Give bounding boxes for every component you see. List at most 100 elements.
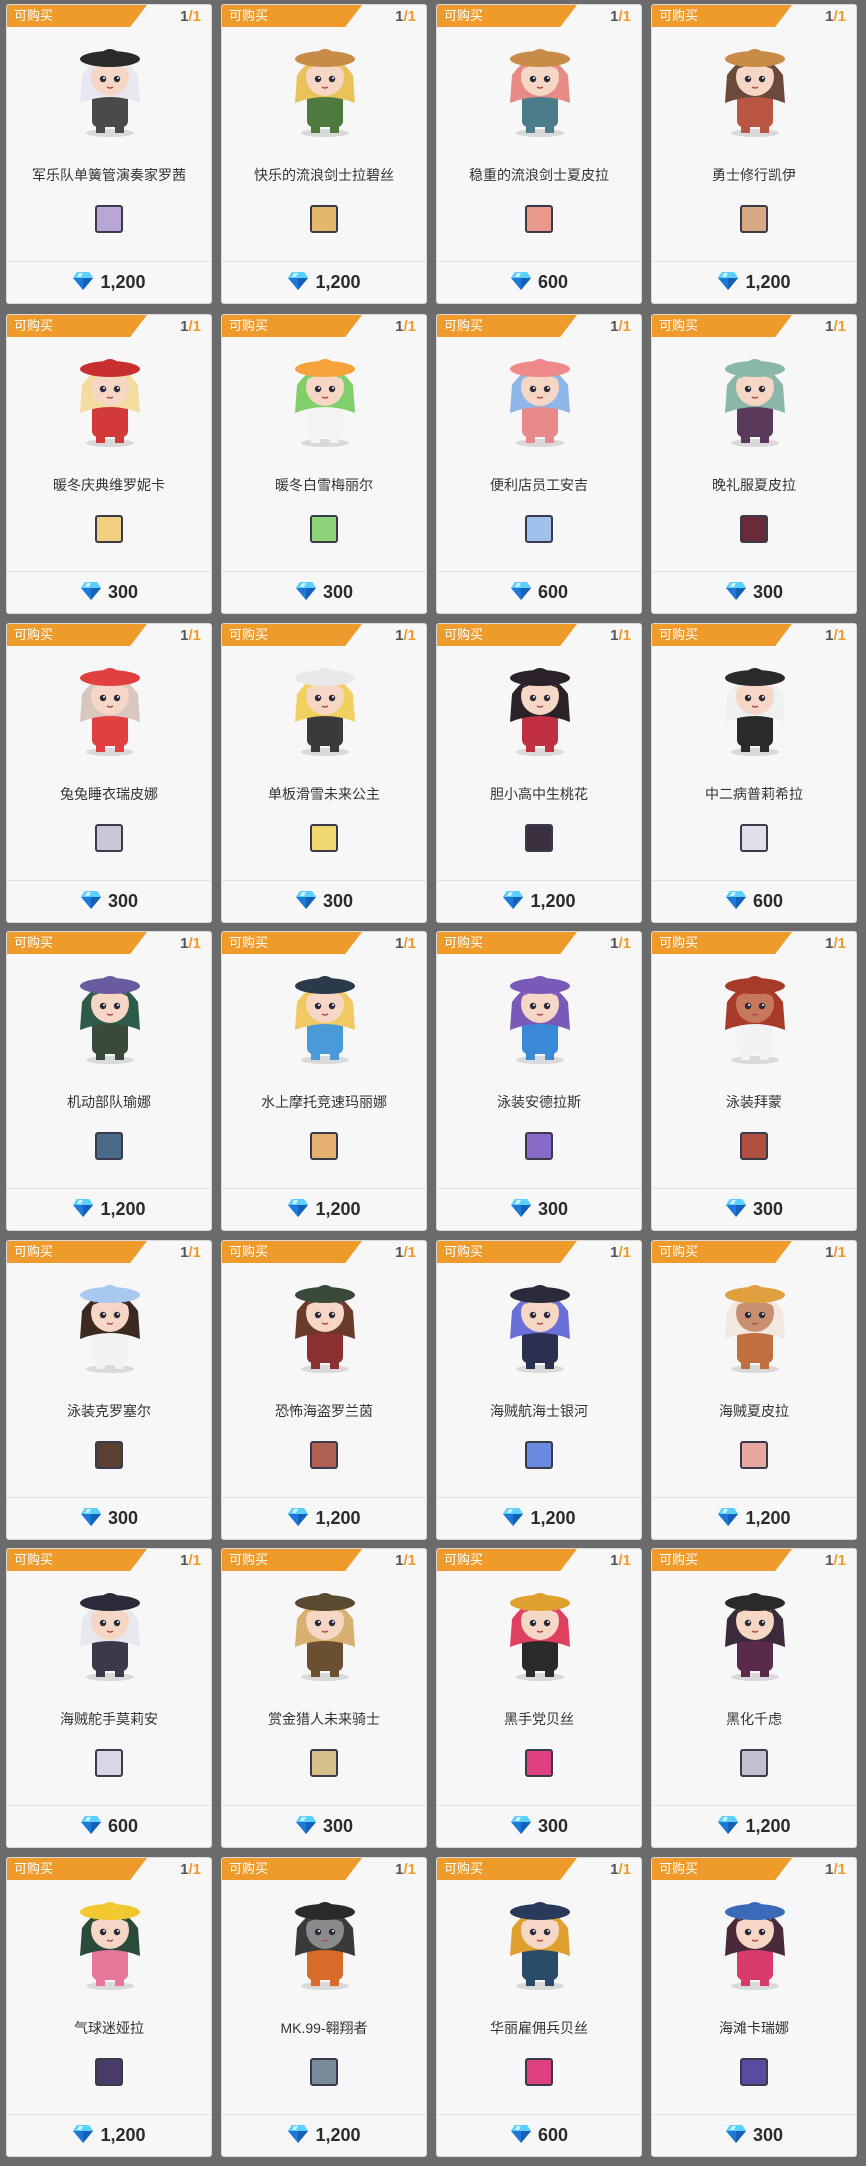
- price-tag: 300: [222, 890, 426, 912]
- price-tag: 1,200: [437, 1507, 641, 1529]
- purchase-limit: /1: [403, 627, 416, 644]
- shop-item-card[interactable]: 可购买 1/1 勇士修行凯伊 1,200: [651, 4, 857, 304]
- shop-item-card[interactable]: 可购买 1/1 暖冬庆典维罗妮卡 300: [6, 314, 212, 614]
- purchase-limit-counter: 1/1: [825, 8, 846, 25]
- shop-item-card[interactable]: 可购买 1/1 稳重的流浪剑士夏皮拉 600: [436, 4, 642, 304]
- character-thumbnail: [95, 1132, 123, 1160]
- divider: [652, 571, 856, 572]
- shop-item-card[interactable]: 可购买 1/1 泳装克罗塞尔 300: [6, 1240, 212, 1540]
- shop-item-card[interactable]: 可购买 1/1 单板滑雪未来公主 300: [221, 623, 427, 923]
- character-portrait: [80, 1285, 140, 1373]
- character-portrait: [510, 1285, 570, 1373]
- divider: [222, 880, 426, 881]
- purchase-limit-counter: 1/1: [395, 1552, 416, 1569]
- character-thumbnail: [95, 1441, 123, 1469]
- character-thumbnail: [740, 1132, 768, 1160]
- shop-item-card[interactable]: 可购买 1/1 海贼舵手莫莉安 600: [6, 1548, 212, 1848]
- character-thumbnail: [95, 2058, 123, 2086]
- shop-item-card[interactable]: 可购买 1/1 黑手党贝丝 300: [436, 1548, 642, 1848]
- price-tag: 300: [222, 581, 426, 603]
- price-value: 1,200: [315, 1508, 361, 1528]
- purchase-limit-counter: 1/1: [180, 935, 201, 952]
- shop-item-card[interactable]: 可购买 1/1 泳装拜蒙 300: [651, 931, 857, 1231]
- divider: [222, 1188, 426, 1189]
- purchase-limit: /1: [188, 8, 201, 25]
- shop-item-card[interactable]: 可购买 1/1 泳装安德拉斯 300: [436, 931, 642, 1231]
- character-name: 泳装安德拉斯: [497, 1094, 581, 1110]
- price-value: 300: [107, 1508, 139, 1528]
- character-thumbnail: [310, 1749, 338, 1777]
- shop-item-card[interactable]: 可购买 1/1 海滩卡瑞娜 300: [651, 1857, 857, 2157]
- diamond-gem-icon: [510, 582, 531, 600]
- character-name: 水上摩托竞速玛丽娜: [261, 1094, 387, 1110]
- purchase-limit-counter: 1/1: [825, 935, 846, 952]
- character-portrait: [295, 1902, 355, 1990]
- price-value: 300: [322, 582, 354, 602]
- shop-item-card[interactable]: 可购买 1/1 赏金猎人未来骑士 300: [221, 1548, 427, 1848]
- diamond-gem-icon: [725, 2125, 746, 2143]
- shop-item-card[interactable]: 可购买 1/1 便利店员工安吉 600: [436, 314, 642, 614]
- shop-item-card[interactable]: 可购买 1/1 华丽雇佣兵贝丝 600: [436, 1857, 642, 2157]
- shop-item-card[interactable]: 可购买 1/1 水上摩托竞速玛丽娜 1,200: [221, 931, 427, 1231]
- character-portrait: [510, 359, 570, 447]
- character-name: 稳重的流浪剑士夏皮拉: [469, 167, 609, 183]
- shop-item-card[interactable]: 可购买 1/1 海贼航海士银河 1,200: [436, 1240, 642, 1540]
- purchasable-tag: 可购买: [7, 932, 147, 954]
- shop-item-card[interactable]: 可购买 1/1 海贼夏皮拉 1,200: [651, 1240, 857, 1540]
- shop-item-card[interactable]: 可购买 1/1 快乐的流浪剑士拉碧丝 1,200: [221, 4, 427, 304]
- diamond-gem-icon: [295, 1816, 316, 1834]
- purchasable-tag: 可购买: [437, 5, 577, 27]
- character-name: 单板滑雪未来公主: [268, 786, 380, 802]
- character-portrait: [80, 976, 140, 1064]
- price-value: 300: [107, 582, 139, 602]
- character-name: 兔兔睡衣瑞皮娜: [60, 786, 158, 802]
- price-value: 1,200: [315, 2125, 361, 2145]
- character-portrait: [725, 1285, 785, 1373]
- purchase-limit-counter: 1/1: [180, 627, 201, 644]
- diamond-gem-icon: [503, 1508, 524, 1526]
- shop-item-card[interactable]: 可购买 1/1 气球迷娅拉 1,200: [6, 1857, 212, 2157]
- price-tag: 1,200: [222, 1198, 426, 1220]
- price-tag: 600: [437, 271, 641, 293]
- shop-item-card[interactable]: 可购买 1/1 晚礼服夏皮拉 300: [651, 314, 857, 614]
- divider: [437, 571, 641, 572]
- shop-item-card[interactable]: 可购买 1/1 恐怖海盗罗兰茵 1,200: [221, 1240, 427, 1540]
- shop-item-card[interactable]: 可购买 1/1 中二病普莉希拉 600: [651, 623, 857, 923]
- shop-item-card[interactable]: 可购买 1/1 胆小高中生桃花 1,200: [436, 623, 642, 923]
- purchase-limit: /1: [618, 8, 631, 25]
- price-tag: 300: [7, 890, 211, 912]
- shop-item-card[interactable]: 可购买 1/1 黑化千虑 1,200: [651, 1548, 857, 1848]
- diamond-gem-icon: [295, 891, 316, 909]
- purchasable-tag: 可购买: [7, 315, 147, 337]
- character-portrait: [295, 1285, 355, 1373]
- purchase-limit: /1: [618, 935, 631, 952]
- price-tag: 300: [652, 1198, 856, 1220]
- character-portrait: [510, 976, 570, 1064]
- diamond-gem-icon: [510, 2125, 531, 2143]
- diamond-gem-icon: [718, 272, 739, 290]
- price-value: 1,200: [100, 1199, 146, 1219]
- purchasable-tag: 可购买: [437, 1858, 577, 1880]
- character-name: 海贼舵手莫莉安: [60, 1711, 158, 1727]
- shop-item-card[interactable]: 可购买 1/1 MK.99-翱翔者 1,200: [221, 1857, 427, 2157]
- character-name: 暖冬庆典维罗妮卡: [53, 477, 165, 493]
- price-tag: 1,200: [7, 1198, 211, 1220]
- price-value: 1,200: [100, 2125, 146, 2145]
- shop-item-card[interactable]: 可购买 1/1 兔兔睡衣瑞皮娜 300: [6, 623, 212, 923]
- purchase-limit-counter: 1/1: [610, 1552, 631, 1569]
- purchasable-tag: 可购买: [222, 1241, 362, 1263]
- purchase-limit: /1: [403, 8, 416, 25]
- character-thumbnail: [310, 824, 338, 852]
- shop-item-card[interactable]: 可购买 1/1 暖冬白雪梅丽尔 300: [221, 314, 427, 614]
- character-portrait: [725, 1902, 785, 1990]
- shop-item-card[interactable]: 可购买 1/1 军乐队单簧管演奏家罗茜 1,200: [6, 4, 212, 304]
- purchase-limit: /1: [403, 1552, 416, 1569]
- purchasable-tag: 可购买: [437, 315, 577, 337]
- character-thumbnail: [310, 2058, 338, 2086]
- shop-item-card[interactable]: 可购买 1/1 机动部队瑜娜 1,200: [6, 931, 212, 1231]
- purchase-limit: /1: [188, 935, 201, 952]
- price-tag: 300: [652, 581, 856, 603]
- character-name: 暖冬白雪梅丽尔: [275, 477, 373, 493]
- character-portrait: [295, 1593, 355, 1681]
- price-tag: 1,200: [652, 1507, 856, 1529]
